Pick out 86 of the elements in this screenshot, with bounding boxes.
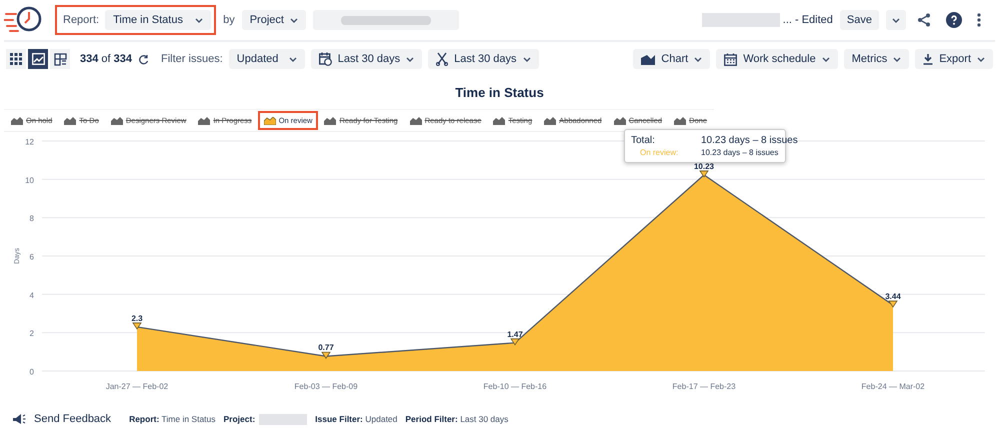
calendar-icon xyxy=(724,52,738,66)
refresh-icon[interactable] xyxy=(138,54,150,64)
x-tick-label: Feb-24 — Mar-02 xyxy=(861,382,925,391)
caret-icon xyxy=(977,56,985,62)
area-series-icon xyxy=(110,116,123,124)
data-label: 1.47 xyxy=(507,330,523,339)
area-series-icon xyxy=(544,116,556,124)
y-tick-label: 12 xyxy=(25,138,34,146)
save-options-button[interactable] xyxy=(886,10,906,30)
x-tick-label: Feb-17 — Feb-23 xyxy=(672,382,736,391)
toolbar-dropdown[interactable]: Chart xyxy=(633,49,710,69)
download-icon xyxy=(923,54,934,64)
area-chart-icon xyxy=(641,53,656,65)
tooltip-series-value: 10.23 days – 8 issues xyxy=(701,148,780,157)
y-tick-label: 0 xyxy=(30,368,34,376)
data-point-marker xyxy=(132,322,142,330)
y-tick-label: 6 xyxy=(30,252,34,262)
grid-icon xyxy=(10,53,22,65)
data-label: 0.77 xyxy=(318,343,334,352)
data-label: 2.3 xyxy=(131,314,143,323)
caret-icon xyxy=(406,56,414,62)
scissors-icon xyxy=(436,52,448,66)
caret-icon xyxy=(893,56,902,62)
share-icon[interactable] xyxy=(917,13,931,27)
data-point-marker xyxy=(321,352,331,359)
line-chart-icon xyxy=(32,53,44,65)
report-summary: Report: Time in Status xyxy=(129,414,216,424)
edited-status: ... - Edited xyxy=(782,14,833,26)
tooltip-total-value: 10.23 days – 8 issues xyxy=(701,135,798,146)
area-series-icon xyxy=(264,116,276,124)
toolbar-dropdown[interactable]: Work schedule xyxy=(716,49,838,69)
area-series-icon xyxy=(11,116,23,124)
megaphone-icon xyxy=(12,413,26,425)
data-label: 3.44 xyxy=(885,292,901,302)
report-dropdown[interactable]: Time in Status xyxy=(105,10,212,30)
tooltip-series-label: On review: xyxy=(639,148,680,157)
caret-icon xyxy=(694,56,702,62)
send-feedback-link[interactable]: Send Feedback xyxy=(34,413,112,425)
data-label: 10.23 xyxy=(694,162,714,171)
y-tick-label: 10 xyxy=(25,176,34,185)
y-tick-label: 2 xyxy=(30,329,34,338)
area-series-icon xyxy=(493,116,506,124)
data-point-marker xyxy=(888,300,898,308)
filter-label: Filter issues: xyxy=(161,53,223,65)
calendar-clock-icon xyxy=(318,52,332,66)
caret-icon xyxy=(522,56,531,62)
period-dropdown[interactable]: Last 30 days xyxy=(428,49,539,69)
y-tick-label: 4 xyxy=(30,290,34,300)
x-tick-label: Feb-10 — Feb-16 xyxy=(483,382,547,391)
more-icon[interactable] xyxy=(977,13,981,27)
area-series-icon xyxy=(198,116,210,124)
filter-dropdown[interactable]: Updated xyxy=(228,49,305,69)
issue-count: 334 of 334 xyxy=(80,53,132,65)
date-range-dropdown[interactable]: Last 30 days xyxy=(310,49,422,69)
y-tick-label: 8 xyxy=(30,214,34,224)
period-filter-summary: Period Filter: Last 30 days xyxy=(405,414,508,424)
report-label: Report: xyxy=(63,14,100,26)
caret-icon xyxy=(892,18,900,22)
project-name-redacted xyxy=(259,414,308,424)
caret-icon xyxy=(290,18,298,22)
table-icon xyxy=(54,52,66,66)
x-tick-label: Feb-03 — Feb-09 xyxy=(294,382,358,391)
area-series-icon xyxy=(674,116,686,124)
chart-title: Time in Status xyxy=(454,85,545,102)
toolbar-dropdown[interactable]: Export xyxy=(915,49,993,69)
by-label: by xyxy=(223,14,235,26)
caret-icon xyxy=(288,56,297,62)
caret-icon xyxy=(195,18,204,22)
area-series-icon xyxy=(324,116,336,124)
project-summary-label: Project: xyxy=(224,414,256,424)
view-button[interactable] xyxy=(6,49,26,69)
area-series-icon xyxy=(614,116,626,124)
toolbar-dropdown[interactable]: Metrics xyxy=(844,49,910,69)
area-series-icon xyxy=(64,116,76,124)
caret-icon xyxy=(822,56,830,62)
tooltip-total-label: Total: xyxy=(631,135,656,146)
group-by-dropdown[interactable]: Project xyxy=(242,10,306,30)
help-icon[interactable] xyxy=(946,12,962,28)
view-button[interactable] xyxy=(50,49,70,69)
issue-filter-summary: Issue Filter: Updated xyxy=(315,414,398,424)
view-button[interactable] xyxy=(28,49,48,69)
save-button[interactable]: Save xyxy=(840,10,879,30)
area-series-icon xyxy=(410,116,422,124)
data-point-marker xyxy=(510,338,520,346)
x-tick-label: Jan-27 — Feb-02 xyxy=(106,382,168,391)
data-point-marker xyxy=(699,170,709,178)
